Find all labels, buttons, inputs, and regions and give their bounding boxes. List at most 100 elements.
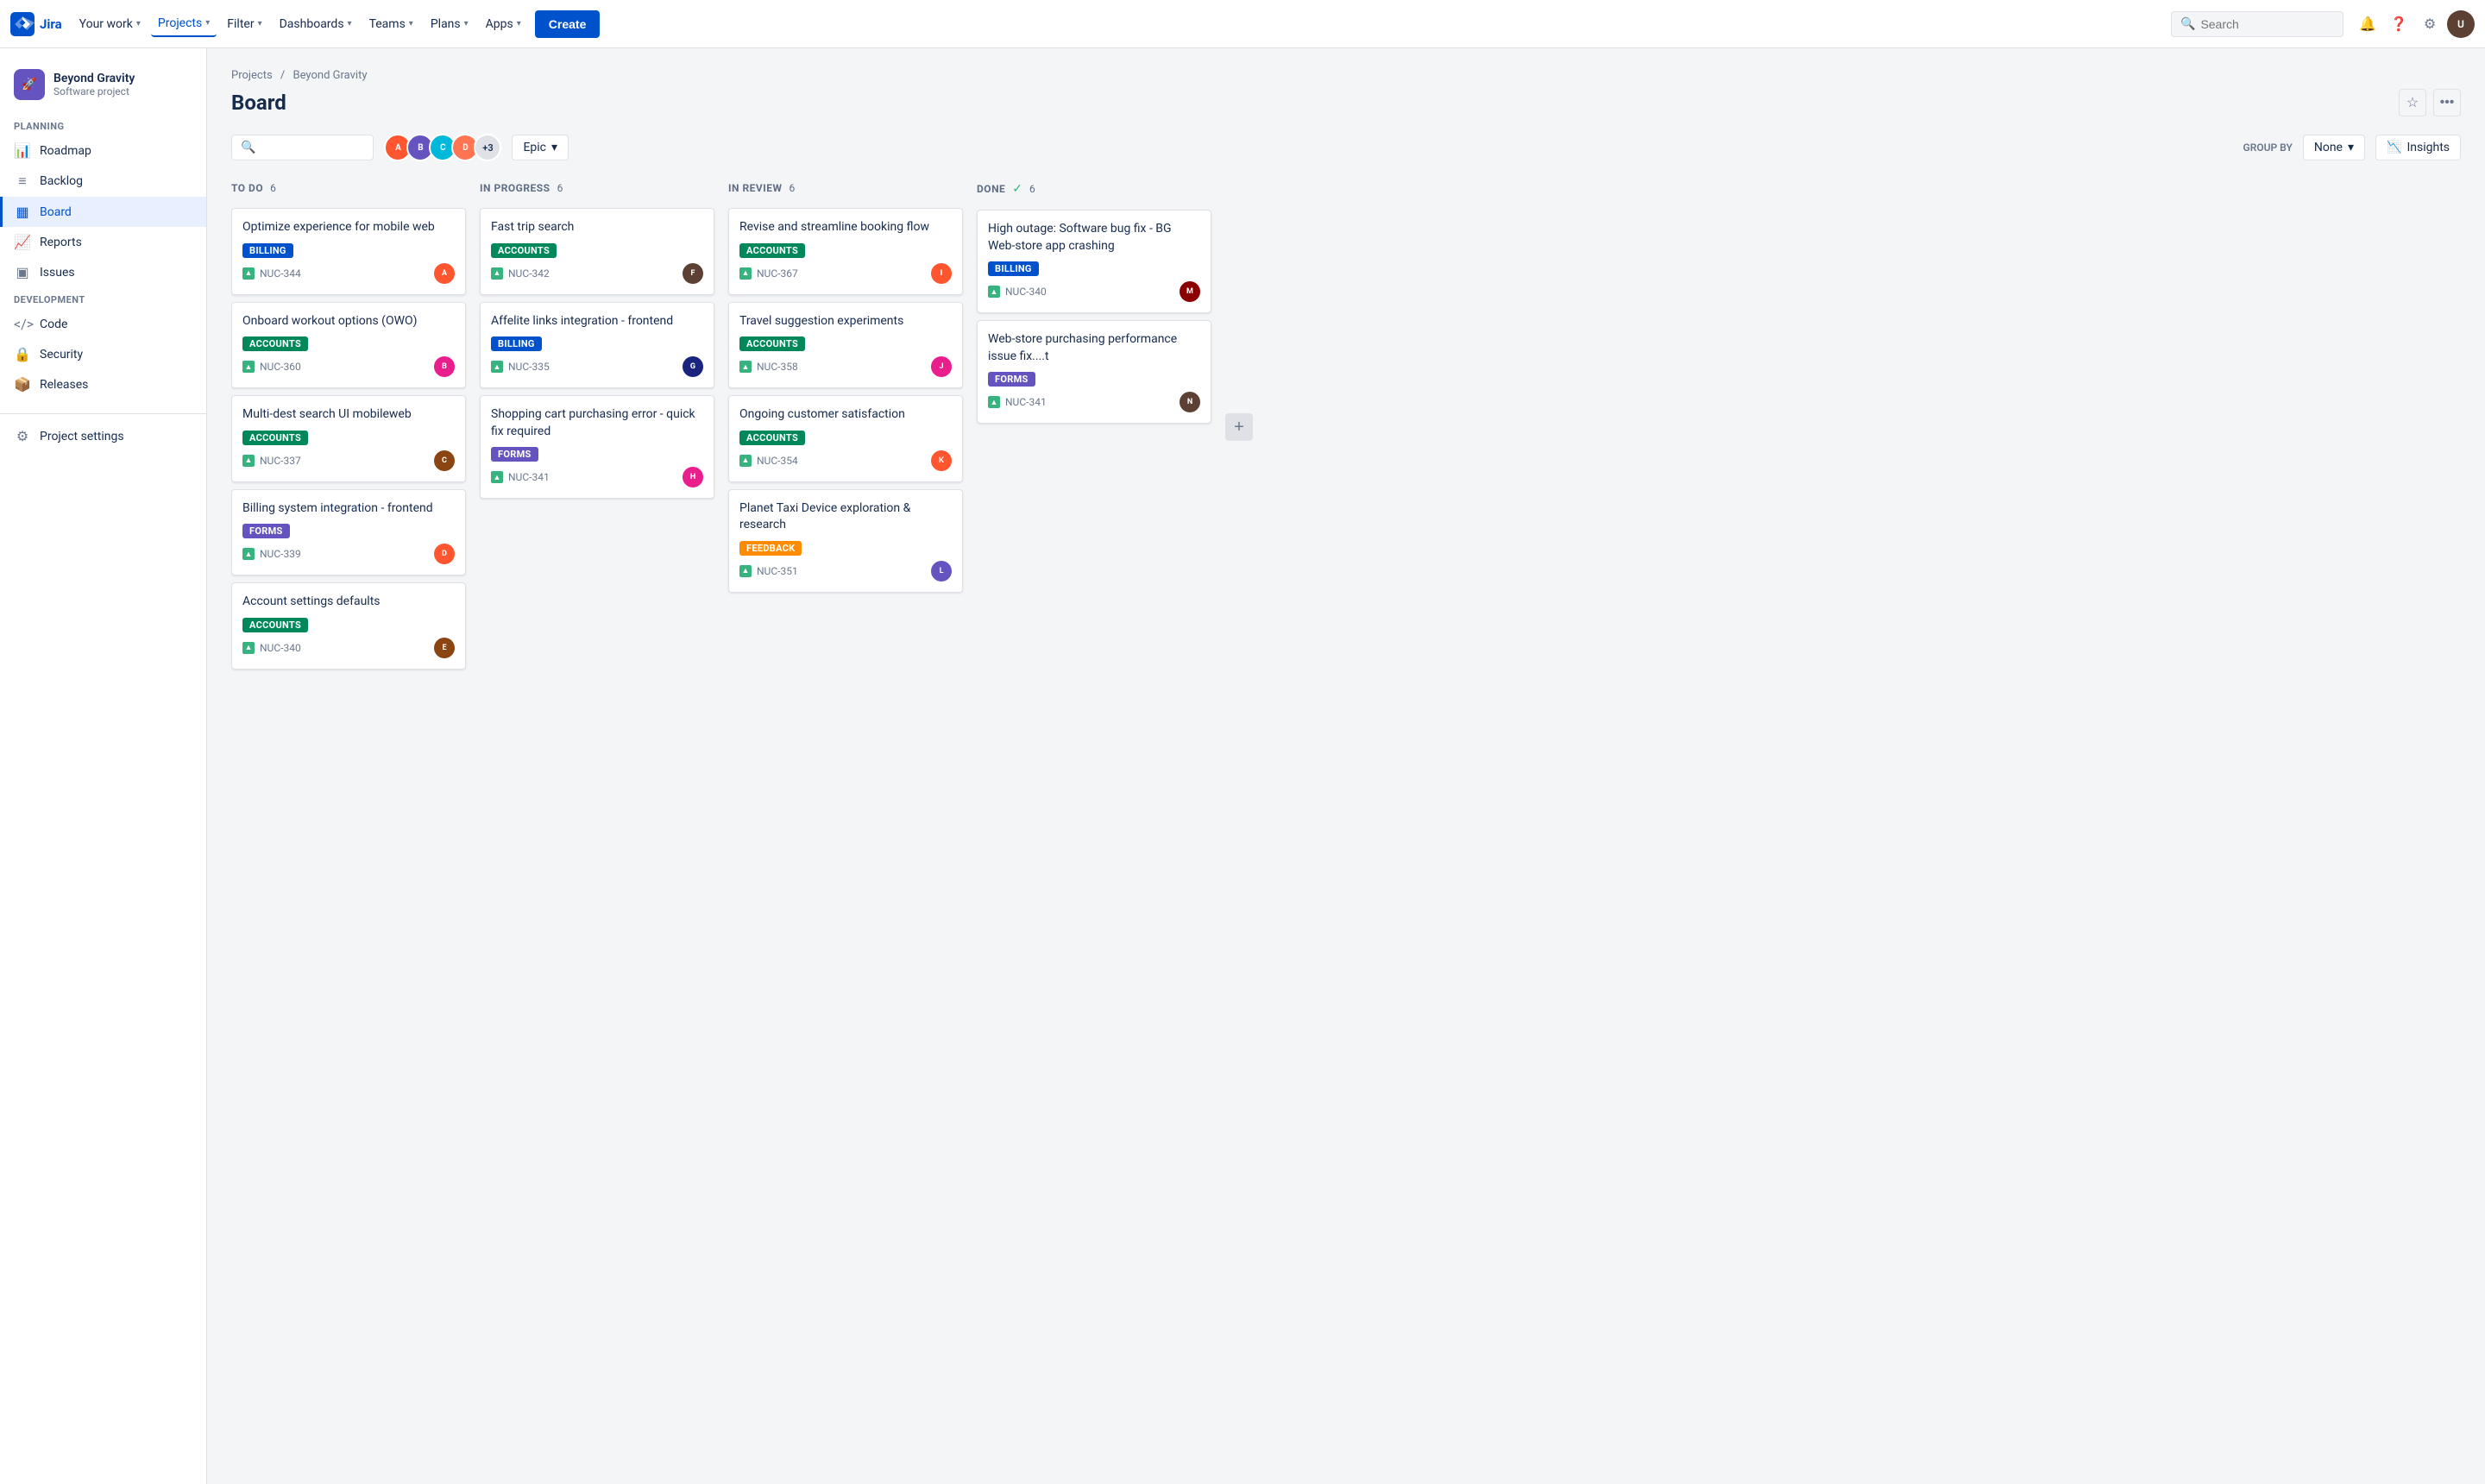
done-check-icon: ✓ [1012,182,1022,196]
card-left: ▲ NUC-367 [739,267,798,280]
nav-teams[interactable]: Teams ▾ [362,12,420,36]
chevron-down-icon: ▾ [2348,141,2354,154]
card-tag: ACCOUNTS [739,243,805,258]
issue-icon: ▲ [242,361,255,373]
board-card[interactable]: Fast trip search ACCOUNTS ▲ NUC-342 F [480,208,714,295]
card-title: Fast trip search [491,219,703,236]
project-icon: 🚀 [14,69,45,100]
card-left: ▲ NUC-340 [242,642,301,654]
sidebar-item-project-settings[interactable]: ⚙ Project settings [0,421,206,451]
search-bar[interactable]: 🔍 [2171,11,2343,37]
search-icon: 🔍 [241,141,255,154]
card-title: Travel suggestion experiments [739,313,952,330]
board-card[interactable]: Shopping cart purchasing error - quick f… [480,395,714,499]
page-header: Board ☆ ••• [231,89,2461,116]
issue-id: NUC-337 [260,455,301,467]
card-avatar: K [931,450,952,471]
nav-dashboards[interactable]: Dashboards ▾ [273,12,359,36]
card-footer: ▲ NUC-354 K [739,450,952,471]
nav-plans[interactable]: Plans ▾ [424,12,475,36]
more-button[interactable]: ••• [2433,89,2461,116]
issue-id: NUC-344 [260,267,301,280]
nav-yourwork[interactable]: Your work ▾ [72,12,148,36]
issue-id: NUC-341 [1005,396,1047,408]
sidebar-item-security[interactable]: 🔒 Security [0,339,206,369]
insights-button[interactable]: 📉 Insights [2375,135,2461,160]
card-footer: ▲ NUC-342 F [491,263,703,284]
card-left: ▲ NUC-354 [739,455,798,467]
sidebar-item-board[interactable]: ▦ Board [0,197,206,227]
chevron-down-icon: ▾ [136,19,141,28]
chevron-down-icon: ▾ [409,19,413,28]
notifications-button[interactable]: 🔔 [2354,10,2381,38]
star-button[interactable]: ☆ [2399,89,2426,116]
nav-projects[interactable]: Projects ▾ [151,11,217,37]
user-avatar[interactable]: U [2447,10,2475,38]
board-icon: ▦ [14,204,31,220]
board-card[interactable]: Multi-dest search UI mobileweb ACCOUNTS … [231,395,466,482]
breadcrumb-projects[interactable]: Projects [231,69,273,82]
releases-icon: 📦 [14,376,31,393]
card-title: Account settings defaults [242,594,455,611]
add-column-button[interactable]: + [1225,413,1253,441]
board-card[interactable]: Travel suggestion experiments ACCOUNTS ▲… [728,302,963,389]
issue-icon: ▲ [988,396,1000,408]
board-card[interactable]: Ongoing customer satisfaction ACCOUNTS ▲… [728,395,963,482]
nav-filter[interactable]: Filter ▾ [220,12,268,36]
chevron-down-icon: ▾ [551,141,557,154]
column-header-todo: TO DO6 [231,179,466,198]
card-footer: ▲ NUC-335 G [491,356,703,377]
board-search-input[interactable] [261,141,364,154]
column-done: DONE✓6 High outage: Software bug fix - B… [977,179,1211,431]
board-card[interactable]: Affelite links integration - frontend BI… [480,302,714,389]
card-left: ▲ NUC-358 [739,361,798,373]
breadcrumb-sep: / [280,69,285,82]
issue-id: NUC-341 [508,471,550,483]
card-footer: ▲ NUC-340 M [988,281,1200,302]
nav-apps[interactable]: Apps ▾ [479,12,528,36]
create-button[interactable]: Create [535,10,601,38]
board-search[interactable]: 🔍 [231,135,374,160]
sidebar-item-roadmap[interactable]: 📊 Roadmap [0,135,206,166]
board-card[interactable]: Onboard workout options (OWO) ACCOUNTS ▲… [231,302,466,389]
epic-filter-button[interactable]: Epic ▾ [512,135,569,160]
settings-button[interactable]: ⚙ [2416,10,2444,38]
breadcrumb-project[interactable]: Beyond Gravity [293,69,368,82]
card-avatar: N [1180,392,1200,412]
avatar-more[interactable]: +3 [474,134,501,161]
card-left: ▲ NUC-340 [988,286,1047,298]
sidebar-item-reports[interactable]: 📈 Reports [0,227,206,257]
board-card[interactable]: Account settings defaults ACCOUNTS ▲ NUC… [231,582,466,670]
project-details: Beyond Gravity Software project [53,72,135,97]
board: TO DO6 Optimize experience for mobile we… [231,179,2461,694]
insights-icon: 📉 [2387,141,2401,154]
search-input[interactable] [2200,17,2321,31]
board-card[interactable]: Revise and streamline booking flow ACCOU… [728,208,963,295]
help-button[interactable]: ❓ [2385,10,2413,38]
breadcrumb: Projects / Beyond Gravity [231,69,2461,82]
card-footer: ▲ NUC-360 B [242,356,455,377]
board-card[interactable]: Billing system integration - frontend FO… [231,489,466,576]
card-avatar: C [434,450,455,471]
issue-id: NUC-340 [1005,286,1047,298]
project-type: Software project [53,85,135,97]
issue-icon: ▲ [739,361,752,373]
column-todo: TO DO6 Optimize experience for mobile we… [231,179,466,676]
sidebar-item-issues[interactable]: ▣ Issues [0,257,206,287]
sidebar-item-releases[interactable]: 📦 Releases [0,369,206,399]
card-left: ▲ NUC-339 [242,548,301,560]
board-card[interactable]: Web-store purchasing performance issue f… [977,320,1211,424]
board-card[interactable]: Optimize experience for mobile web BILLI… [231,208,466,295]
group-by-button[interactable]: None ▾ [2303,135,2365,160]
sidebar-item-code[interactable]: </> Code [0,309,206,339]
card-title: Shopping cart purchasing error - quick f… [491,406,703,440]
sidebar-item-backlog[interactable]: ≡ Backlog [0,166,206,197]
board-card[interactable]: High outage: Software bug fix - BG Web-s… [977,210,1211,313]
chevron-down-icon: ▾ [348,19,352,28]
issue-id: NUC-367 [757,267,798,280]
card-footer: ▲ NUC-358 J [739,356,952,377]
jira-logo[interactable]: Jira [10,12,62,36]
project-info: 🚀 Beyond Gravity Software project [0,62,206,114]
board-card[interactable]: Planet Taxi Device exploration & researc… [728,489,963,593]
card-title: Optimize experience for mobile web [242,219,455,236]
